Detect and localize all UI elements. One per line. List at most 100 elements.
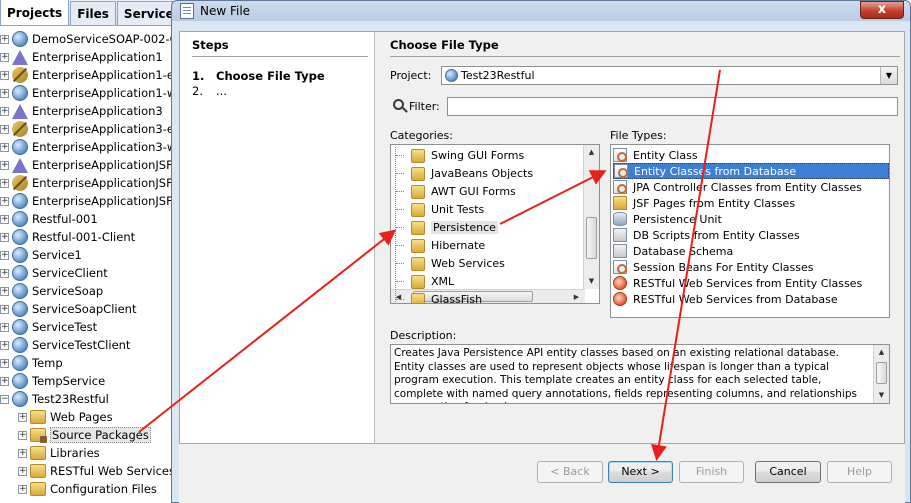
- file-types-list[interactable]: Entity Class Entity Classes from Database…: [610, 144, 890, 318]
- project-select[interactable]: Test23Restful ▼: [441, 66, 898, 85]
- expand-icon[interactable]: +: [0, 142, 9, 152]
- category-item[interactable]: AWT GUI Forms: [395, 183, 516, 200]
- categories-scrollbar[interactable]: ▲ ▼: [583, 145, 599, 289]
- expand-icon[interactable]: +: [0, 52, 9, 62]
- cancel-button[interactable]: Cancel: [755, 461, 821, 483]
- expand-icon[interactable]: +: [0, 124, 9, 134]
- expand-icon[interactable]: +: [18, 412, 27, 422]
- category-item[interactable]: XML: [395, 273, 454, 290]
- dialog-titlebar[interactable]: New File x: [172, 1, 910, 21]
- scroll-right-icon[interactable]: ▶: [569, 290, 584, 303]
- triangle-icon: [12, 103, 28, 119]
- expand-icon[interactable]: +: [0, 214, 9, 224]
- scroll-thumb[interactable]: [876, 362, 887, 384]
- expand-icon[interactable]: +: [0, 268, 9, 278]
- expand-icon[interactable]: +: [0, 178, 9, 188]
- expand-icon[interactable]: +: [0, 70, 9, 80]
- file-type-item[interactable]: Persistence Unit: [613, 211, 889, 227]
- expand-icon[interactable]: +: [0, 358, 9, 368]
- project-tree-item[interactable]: + DemoServiceSOAP-002-Client: [0, 30, 203, 48]
- file-type-item[interactable]: Entity Class: [613, 147, 889, 163]
- filter-input[interactable]: [447, 97, 898, 116]
- expand-icon[interactable]: +: [0, 340, 9, 350]
- project-tree-item[interactable]: + ServiceTestClient: [0, 336, 177, 354]
- project-tree-item[interactable]: + ServiceSoap: [0, 282, 177, 300]
- expand-icon[interactable]: +: [0, 286, 9, 296]
- finish-button[interactable]: Finish: [679, 461, 744, 483]
- expand-icon[interactable]: +: [0, 304, 9, 314]
- chevron-down-icon[interactable]: ▼: [880, 67, 897, 84]
- expand-icon[interactable]: +: [0, 196, 9, 206]
- scroll-thumb[interactable]: [586, 217, 597, 259]
- project-tree-item[interactable]: + EnterpriseApplicationJSF: [0, 156, 177, 174]
- file-type-item[interactable]: JPA Controller Classes from Entity Class…: [613, 179, 889, 195]
- file-type-item[interactable]: RESTful Web Services from Entity Classes: [613, 275, 889, 291]
- project-tree-item[interactable]: + EnterpriseApplicationJSF-ejb: [0, 174, 194, 192]
- globe-icon: [12, 139, 28, 155]
- expand-icon[interactable]: +: [0, 232, 9, 242]
- categories-list[interactable]: ▲ ▼ ◀ ▶ Swing GUI Forms JavaBeans Objects…: [390, 144, 600, 304]
- expand-icon[interactable]: +: [18, 484, 27, 494]
- project-tree-item[interactable]: + EnterpriseApplication1: [0, 48, 177, 66]
- project-tree-child[interactable]: + Libraries: [0, 444, 177, 462]
- project-tree-item[interactable]: + Service1: [0, 246, 177, 264]
- help-button[interactable]: Help: [827, 461, 892, 483]
- project-tree-item[interactable]: + Restful-001: [0, 210, 177, 228]
- back-button[interactable]: < Back: [537, 461, 603, 483]
- scroll-up-icon[interactable]: ▲: [874, 345, 889, 360]
- project-tree-item[interactable]: + Restful-001-Client: [0, 228, 177, 246]
- project-tree-item[interactable]: + EnterpriseApplication3-ejb: [0, 120, 184, 138]
- expand-icon[interactable]: +: [0, 88, 9, 98]
- tab-files[interactable]: Files: [70, 1, 116, 25]
- category-item[interactable]: Unit Tests: [395, 201, 484, 218]
- scroll-up-icon[interactable]: ▲: [584, 145, 599, 160]
- close-button[interactable]: x: [860, 1, 904, 19]
- tab-projects[interactable]: Projects: [0, 0, 70, 25]
- folder-icon: [411, 184, 425, 199]
- expand-icon[interactable]: +: [0, 322, 9, 332]
- project-tree-item[interactable]: + ServiceClient: [0, 264, 177, 282]
- project-tree-item[interactable]: + EnterpriseApplication3: [0, 102, 177, 120]
- scroll-down-icon[interactable]: ▼: [874, 388, 889, 403]
- project-tree-item[interactable]: + ServiceSoapClient: [0, 300, 177, 318]
- file-type-item[interactable]: RESTful Web Services from Database: [613, 291, 889, 307]
- expand-icon[interactable]: +: [0, 376, 9, 386]
- project-tree-child[interactable]: + Source Packages: [0, 426, 177, 444]
- expand-icon[interactable]: +: [18, 430, 27, 440]
- project-tree-item[interactable]: + EnterpriseApplication1-war: [0, 84, 188, 102]
- project-tree-item[interactable]: + Temp: [0, 354, 177, 372]
- category-item[interactable]: Persistence: [395, 219, 498, 236]
- description-scrollbar[interactable]: ▲ ▼: [873, 345, 889, 403]
- globe-icon: [445, 69, 458, 82]
- file-type-item[interactable]: Database Schema: [613, 243, 889, 259]
- category-item[interactable]: Web Services: [395, 255, 505, 272]
- project-tree-item[interactable]: − Test23Restful: [0, 390, 177, 408]
- project-tree-child[interactable]: + Configuration Files: [0, 480, 177, 498]
- expand-icon[interactable]: +: [0, 250, 9, 260]
- project-tree-item[interactable]: + EnterpriseApplication1-ejb: [0, 66, 184, 84]
- category-item[interactable]: Hibernate: [395, 237, 485, 254]
- scroll-down-icon[interactable]: ▼: [584, 274, 599, 289]
- category-item[interactable]: GlassFish: [395, 291, 482, 303]
- expand-icon[interactable]: +: [0, 106, 9, 116]
- project-tree-child[interactable]: + Web Pages: [0, 408, 177, 426]
- file-type-item[interactable]: DB Scripts from Entity Classes: [613, 227, 889, 243]
- description-label: Description:: [390, 329, 457, 342]
- project-tree-item[interactable]: + TempService: [0, 372, 177, 390]
- expand-icon[interactable]: +: [18, 448, 27, 458]
- project-tree-item[interactable]: + EnterpriseApplicationJSF-war: [0, 192, 198, 210]
- category-item[interactable]: JavaBeans Objects: [395, 165, 533, 182]
- project-tree-item[interactable]: + EnterpriseApplication3-war: [0, 138, 188, 156]
- projects-panel: Projects Files Services + DemoServiceSOAP…: [0, 0, 203, 503]
- file-type-item[interactable]: Session Beans For Entity Classes: [613, 259, 889, 275]
- expand-icon[interactable]: +: [0, 34, 9, 44]
- expand-icon[interactable]: +: [18, 466, 27, 476]
- expand-icon[interactable]: −: [0, 394, 9, 404]
- project-tree-child[interactable]: + RESTful Web Services: [0, 462, 177, 480]
- project-tree-item[interactable]: + ServiceTest: [0, 318, 177, 336]
- next-button[interactable]: Next >: [608, 461, 673, 483]
- file-type-item[interactable]: JSF Pages from Entity Classes: [613, 195, 889, 211]
- expand-icon[interactable]: +: [0, 160, 9, 170]
- file-type-item[interactable]: Entity Classes from Database: [613, 163, 889, 179]
- category-item[interactable]: Swing GUI Forms: [395, 147, 524, 164]
